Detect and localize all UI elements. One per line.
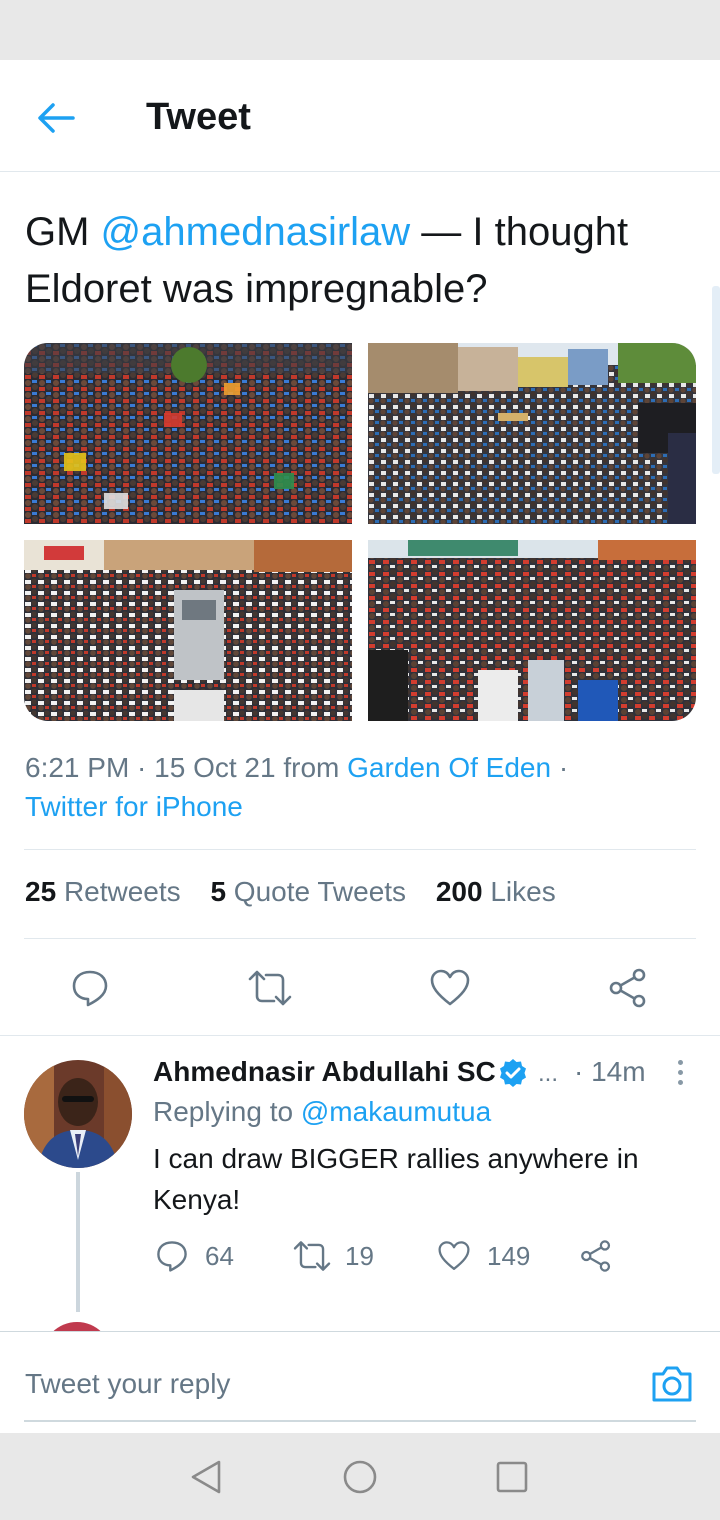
next-reply-peek bbox=[0, 1318, 720, 1332]
reply-timestamp: · 14m bbox=[574, 1056, 646, 1087]
share-icon bbox=[609, 968, 646, 1008]
reply-composer: Tweet your reply bbox=[0, 1331, 720, 1433]
retweet-count: 19 bbox=[345, 1240, 374, 1271]
tweet-stats: 25 Retweets 5 Quote Tweets 200 Likes bbox=[25, 876, 578, 908]
top-app-bar: Tweet bbox=[0, 60, 720, 172]
status-bar bbox=[0, 0, 720, 60]
reply-button[interactable] bbox=[66, 964, 114, 1012]
reply-reply-button[interactable]: 64 bbox=[153, 1234, 234, 1278]
reply-tweet[interactable]: Ahmednasir Abdullahi SC ... · 14m Replyi… bbox=[0, 1036, 720, 1332]
tweet-actions bbox=[0, 960, 720, 1016]
arrow-left-icon bbox=[38, 103, 75, 133]
reply-retweet-button[interactable]: 19 bbox=[293, 1234, 374, 1278]
tweet-text-prefix: GM bbox=[25, 210, 101, 254]
triangle-back-icon bbox=[191, 1460, 221, 1494]
page-title: Tweet bbox=[146, 96, 251, 138]
location-link[interactable]: Garden Of Eden bbox=[347, 752, 551, 783]
divider bbox=[24, 938, 696, 939]
quote-tweets-stat[interactable]: 5 Quote Tweets bbox=[210, 876, 406, 907]
share-icon bbox=[577, 1237, 615, 1275]
verified-badge-icon bbox=[498, 1058, 528, 1088]
nav-home-button[interactable] bbox=[340, 1457, 380, 1497]
scroll-indicator bbox=[712, 286, 720, 474]
back-button[interactable] bbox=[28, 90, 84, 146]
replying-to: Replying to @makaumutua bbox=[153, 1096, 492, 1127]
share-button[interactable] bbox=[604, 964, 652, 1012]
dot bbox=[677, 1069, 683, 1075]
author-name[interactable]: Ahmednasir Abdullahi SC bbox=[153, 1056, 496, 1088]
dot bbox=[677, 1059, 683, 1065]
like-count: 149 bbox=[487, 1240, 531, 1271]
retweet-button[interactable] bbox=[246, 964, 294, 1012]
circle-home-icon bbox=[343, 1460, 377, 1494]
retweet-icon bbox=[248, 970, 292, 1006]
likes-stat[interactable]: 200 Likes bbox=[436, 876, 556, 907]
tweet-time: 6:21 PM bbox=[25, 752, 130, 783]
retweets-stat[interactable]: 25 Retweets bbox=[25, 876, 181, 907]
tweet-date: 15 Oct 21 bbox=[154, 752, 276, 783]
reply-input[interactable]: Tweet your reply bbox=[25, 1368, 230, 1400]
camera-icon bbox=[652, 1366, 692, 1402]
dot bbox=[677, 1079, 683, 1085]
source-link[interactable]: Twitter for iPhone bbox=[25, 791, 243, 822]
avatar[interactable] bbox=[24, 1060, 132, 1168]
tweet-meta: 6:21 PM · 15 Oct 21 from Garden Of Eden … bbox=[25, 752, 569, 822]
camera-button[interactable] bbox=[648, 1360, 696, 1408]
more-options-button[interactable] bbox=[664, 1056, 696, 1088]
divider bbox=[24, 849, 696, 850]
photo-1[interactable] bbox=[24, 343, 352, 524]
speech-bubble-icon bbox=[153, 1237, 191, 1275]
photo-4[interactable] bbox=[368, 540, 696, 721]
speech-bubble-icon bbox=[72, 970, 108, 1007]
like-button[interactable] bbox=[426, 964, 474, 1012]
reply-actions: 64 19 149 bbox=[153, 1234, 713, 1278]
square-recents-icon bbox=[496, 1461, 528, 1493]
input-underline bbox=[24, 1420, 696, 1422]
heart-icon bbox=[435, 1237, 473, 1275]
nav-recents-button[interactable] bbox=[492, 1457, 532, 1497]
reply-text: I can draw BIGGER rallies anywhere in Ke… bbox=[153, 1143, 639, 1215]
mention-link[interactable]: @ahmednasirlaw bbox=[101, 210, 411, 254]
nav-back-button[interactable] bbox=[186, 1457, 226, 1497]
from-label: from bbox=[283, 752, 340, 783]
heart-icon bbox=[430, 969, 470, 1006]
photo-2[interactable] bbox=[368, 343, 696, 524]
system-nav-bar bbox=[0, 1433, 720, 1520]
reply-count: 64 bbox=[205, 1240, 234, 1271]
name-ellipsis: ... bbox=[538, 1060, 559, 1087]
retweet-icon bbox=[293, 1237, 331, 1275]
media-grid bbox=[24, 343, 696, 721]
tweet-text: GM @ahmednasirlaw — I thought Eldoret wa… bbox=[25, 204, 705, 318]
reply-share-button[interactable] bbox=[577, 1234, 629, 1278]
thread-line bbox=[76, 1172, 80, 1312]
reply-like-button[interactable]: 149 bbox=[435, 1234, 530, 1278]
replying-to-mention[interactable]: @makaumutua bbox=[301, 1096, 491, 1127]
photo-3[interactable] bbox=[24, 540, 352, 721]
